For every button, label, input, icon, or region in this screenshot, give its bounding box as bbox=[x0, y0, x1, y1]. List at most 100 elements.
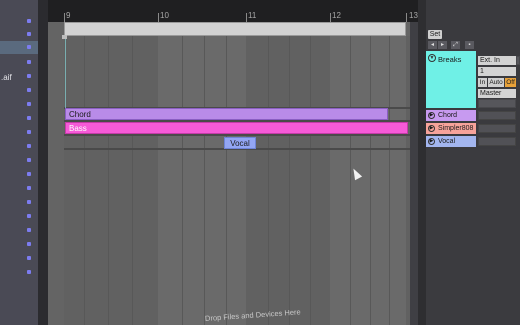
grid-line bbox=[350, 36, 351, 325]
track-vocal-slot[interactable] bbox=[478, 137, 516, 146]
ruler-tick bbox=[330, 13, 331, 22]
grid-line bbox=[310, 36, 311, 325]
browser-item[interactable] bbox=[0, 84, 38, 97]
browser-item[interactable] bbox=[0, 140, 38, 153]
browser-item-dot bbox=[27, 214, 31, 218]
browser-item[interactable] bbox=[0, 28, 38, 41]
track-chord-slot[interactable] bbox=[478, 111, 516, 120]
lock-icon[interactable]: ▪ bbox=[465, 41, 474, 49]
ruler-bar-number: 10 bbox=[160, 11, 169, 20]
browser-item[interactable] bbox=[0, 15, 38, 28]
browser-item[interactable] bbox=[0, 238, 38, 251]
monitor-auto-button[interactable]: Auto bbox=[488, 78, 504, 87]
browser-item[interactable] bbox=[0, 182, 38, 195]
grid-line bbox=[132, 36, 133, 325]
browser-item-dot bbox=[27, 32, 31, 36]
browser-item-dot bbox=[27, 45, 31, 49]
set-button[interactable]: Set bbox=[428, 30, 442, 39]
browser-resize-edge[interactable] bbox=[38, 0, 48, 325]
grid-line bbox=[389, 36, 390, 325]
browser-item[interactable] bbox=[0, 70, 38, 83]
clip-vocal[interactable]: Vocal bbox=[224, 137, 256, 149]
ruler-tick bbox=[246, 13, 247, 22]
grid-line bbox=[204, 36, 205, 325]
ruler-bar-number: 13 bbox=[409, 11, 418, 20]
ruler-tick bbox=[406, 13, 407, 22]
track-header-vocal[interactable]: ▶ Vocal bbox=[426, 136, 476, 147]
browser-panel: .aif bbox=[0, 0, 38, 325]
grid-line bbox=[84, 36, 85, 325]
track-name-breaks[interactable]: Breaks bbox=[438, 55, 461, 64]
ruler-bar-number: 12 bbox=[332, 11, 341, 20]
track-header-chord[interactable]: ▶ Chord bbox=[426, 110, 476, 121]
grid-line bbox=[370, 36, 371, 325]
browser-item-dot bbox=[27, 186, 31, 190]
loop-brace[interactable] bbox=[64, 22, 406, 36]
browser-item-dot bbox=[27, 270, 31, 274]
track-name-chord: Chord bbox=[438, 112, 458, 119]
grid-line bbox=[226, 36, 227, 325]
browser-item-dot bbox=[27, 130, 31, 134]
browser-item[interactable] bbox=[0, 266, 38, 279]
vertical-scrollbar[interactable] bbox=[410, 22, 418, 325]
browser-item-dot bbox=[27, 144, 31, 148]
track-name-vocal: Vocal bbox=[438, 138, 456, 145]
track-header-simpler808[interactable]: ▶ Simpler808 bbox=[426, 123, 476, 134]
arrangement-view: 9 10 11 12 13 Chord Bass Vocal bbox=[48, 0, 418, 325]
browser-item-dot bbox=[27, 88, 31, 92]
browser-item[interactable] bbox=[0, 56, 38, 69]
browser-item[interactable] bbox=[0, 252, 38, 265]
browser-item[interactable] bbox=[0, 112, 38, 125]
arrow-right-icon[interactable]: ▸ bbox=[438, 41, 447, 49]
browser-item[interactable] bbox=[0, 168, 38, 181]
browser-item-dot bbox=[27, 172, 31, 176]
browser-item-dot bbox=[27, 242, 31, 246]
play-icon[interactable]: ▶ bbox=[428, 138, 435, 145]
fold-icon[interactable]: ▼ bbox=[428, 54, 436, 62]
grid-line bbox=[108, 36, 109, 325]
output-select[interactable]: Master bbox=[478, 89, 516, 98]
browser-item-selected[interactable] bbox=[0, 41, 38, 54]
grid-line bbox=[289, 36, 290, 325]
browser-item-dot bbox=[27, 228, 31, 232]
browser-item[interactable] bbox=[0, 196, 38, 209]
grid-line bbox=[268, 36, 269, 325]
ruler-tick bbox=[64, 13, 65, 22]
input-type-select[interactable]: Ext. In bbox=[478, 56, 516, 65]
clip-bass[interactable]: Bass bbox=[65, 122, 408, 134]
browser-item-dot bbox=[27, 200, 31, 204]
output-channel-slot[interactable] bbox=[478, 99, 516, 108]
ruler-bar-number: 11 bbox=[248, 11, 257, 20]
clip-chord[interactable]: Chord bbox=[65, 108, 388, 120]
play-icon[interactable]: ▶ bbox=[428, 125, 435, 132]
play-icon[interactable]: ▶ bbox=[428, 112, 435, 119]
ruler-tick bbox=[158, 13, 159, 22]
browser-item-dot bbox=[27, 60, 31, 64]
playhead-line bbox=[65, 36, 66, 108]
track-name-simpler808: Simpler808 bbox=[438, 125, 474, 132]
browser-item[interactable] bbox=[0, 224, 38, 237]
monitor-in-button[interactable]: In bbox=[478, 78, 487, 87]
bar-shading bbox=[330, 36, 406, 325]
browser-item-dot bbox=[27, 19, 31, 23]
track-simpler808-slot[interactable] bbox=[478, 124, 516, 133]
browser-item[interactable] bbox=[0, 210, 38, 223]
loop-start-marker[interactable] bbox=[62, 35, 67, 39]
beat-time-ruler[interactable]: 9 10 11 12 13 bbox=[48, 0, 418, 22]
track-separator bbox=[64, 134, 410, 136]
browser-item-dot bbox=[27, 74, 31, 78]
panel-divider[interactable] bbox=[418, 0, 426, 325]
arrow-left-icon[interactable]: ◂ bbox=[428, 41, 437, 49]
browser-item[interactable] bbox=[0, 154, 38, 167]
monitor-off-button[interactable]: Off bbox=[505, 78, 516, 87]
browser-item-dot bbox=[27, 158, 31, 162]
browser-item[interactable] bbox=[0, 126, 38, 139]
grid-line bbox=[182, 36, 183, 325]
browser-item-dot bbox=[27, 102, 31, 106]
ruler-bar-number: 9 bbox=[66, 11, 71, 20]
input-channel-select[interactable]: 1 bbox=[478, 67, 516, 76]
track-header-empty-area[interactable] bbox=[426, 149, 520, 325]
browser-item[interactable] bbox=[0, 98, 38, 111]
expand-icon[interactable]: ⤢ bbox=[451, 41, 460, 49]
bar-shading bbox=[158, 36, 246, 325]
